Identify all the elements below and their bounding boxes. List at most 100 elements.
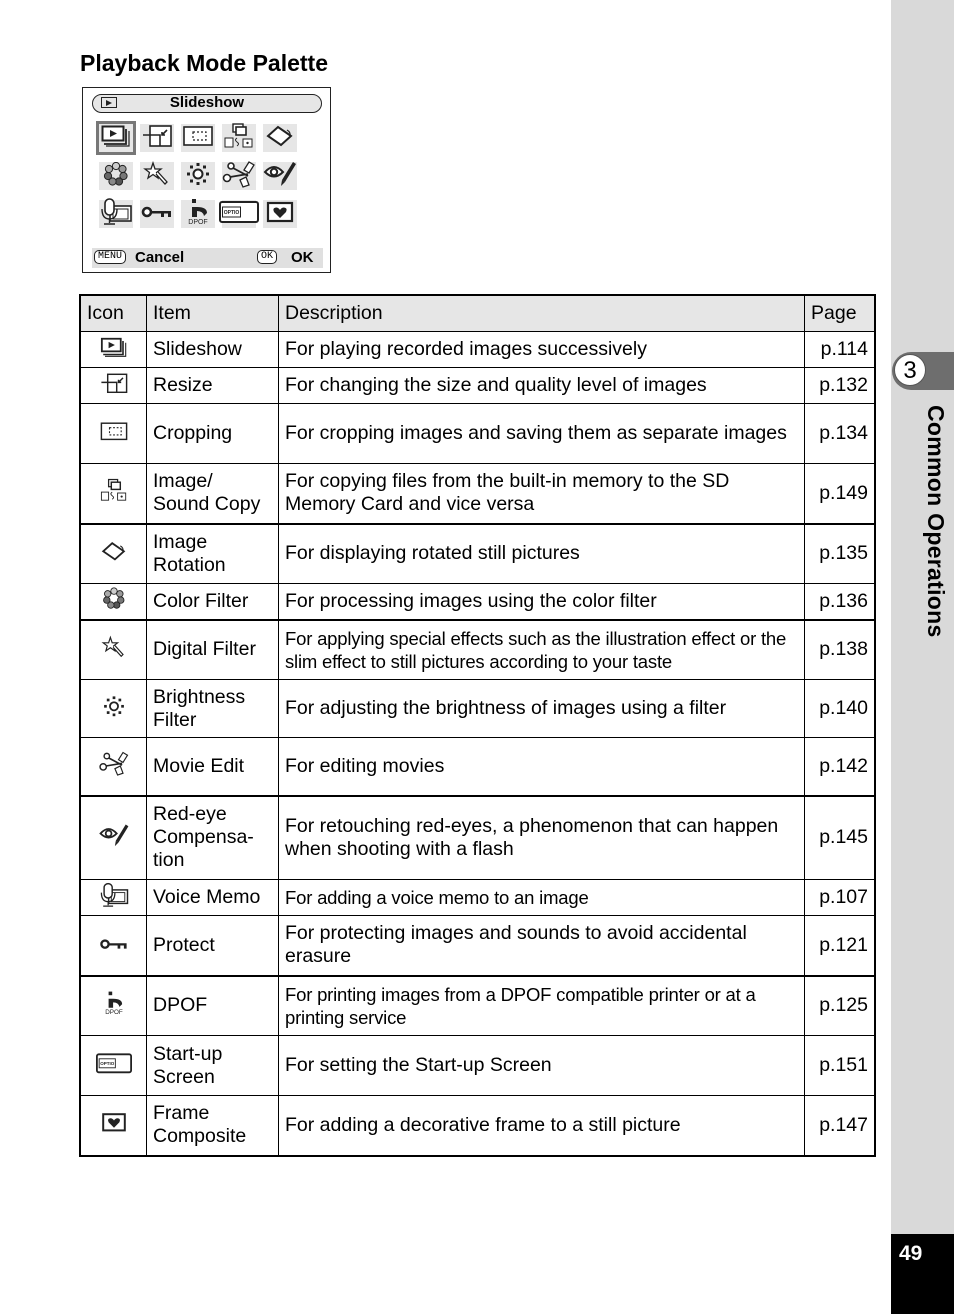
item-description: For retouching red-eyes, a phenomenon th… <box>278 795 805 880</box>
item-description: For protecting images and sounds to avoi… <box>278 915 805 977</box>
palette-item-voice-memo[interactable] <box>99 197 133 228</box>
page-reference: p.140 <box>804 679 876 738</box>
startup-screen-icon: OPTIO <box>219 200 259 229</box>
palette-item-resize[interactable] <box>140 124 174 152</box>
icon-cell <box>79 679 147 738</box>
item-name: Red-eye Compensa-tion <box>146 795 279 880</box>
item-name: Voice Memo <box>146 879 279 916</box>
palette-item-movie-edit[interactable] <box>222 160 256 193</box>
playback-items-table: Icon Item Description Page Slideshow For … <box>79 294 876 1157</box>
item-name: Frame Composite <box>146 1095 279 1156</box>
protect-icon <box>99 935 128 956</box>
item-description: For copying files from the built-in memo… <box>278 463 805 525</box>
icon-cell <box>79 737 147 797</box>
item-name: Cropping <box>146 403 279 464</box>
icon-cell <box>79 1095 147 1156</box>
palette-item-protect[interactable] <box>140 200 174 228</box>
icon-cell <box>79 619 147 680</box>
icon-cell <box>79 915 147 977</box>
red-eye-icon <box>98 822 129 853</box>
page-reference: p.125 <box>804 975 876 1036</box>
palette-selected-label: Slideshow <box>169 94 245 111</box>
table-body: Slideshow For playing recorded images suc… <box>79 331 876 1156</box>
palette-item-frame-composite[interactable] <box>263 200 297 228</box>
item-name: Image Rotation <box>146 523 279 584</box>
resize-icon <box>142 124 172 152</box>
table-row: Red-eye Compensa-tion For retouching red-… <box>79 795 876 880</box>
palette-item-cropping[interactable] <box>181 124 215 152</box>
red-eye-icon <box>263 160 297 193</box>
slideshow-icon <box>101 125 131 152</box>
item-name: Resize <box>146 367 279 404</box>
page-reference: p.149 <box>804 463 876 525</box>
table-row: Protect For protecting images and sounds … <box>79 915 876 977</box>
page-title: Playback Mode Palette <box>80 50 328 76</box>
table-row: Digital Filter For applying special effec… <box>79 619 876 680</box>
table-row: Color Filter For processing images using … <box>79 583 876 621</box>
palette-item-red-eye[interactable] <box>263 160 297 193</box>
page-reference: p.145 <box>804 795 876 880</box>
palette-item-color-filter[interactable] <box>99 161 133 191</box>
svg-text:DPOF: DPOF <box>188 219 207 226</box>
page-reference: p.147 <box>804 1095 876 1156</box>
menu-key[interactable]: MENU <box>94 250 127 264</box>
image-sound-copy-icon <box>100 479 127 508</box>
movie-edit-icon <box>222 160 256 193</box>
movie-edit-icon <box>98 751 129 782</box>
playback-palette-screen: Slideshow DPOF OPTIO MENU Cancel OK OK <box>82 87 331 273</box>
palette-item-dpof[interactable]: DPOF <box>181 198 215 231</box>
item-name: Protect <box>146 915 279 977</box>
svg-text:OPTIO: OPTIO <box>224 210 240 216</box>
voice-memo-icon <box>98 882 129 913</box>
palette-footer: MENU Cancel OK OK <box>92 248 323 268</box>
item-description: For adding a decorative frame to a still… <box>278 1095 805 1156</box>
page-reference: p.138 <box>804 619 876 680</box>
icon-cell <box>79 463 147 525</box>
chapter-number: 3 <box>894 354 926 386</box>
item-name: Digital Filter <box>146 619 279 680</box>
dpof-icon: DPOF <box>183 198 213 231</box>
palette-item-image-rotation[interactable] <box>263 124 297 152</box>
item-name: Movie Edit <box>146 737 279 797</box>
item-description: For changing the size and quality level … <box>278 367 805 404</box>
table-row: Cropping For cropping images and saving t… <box>79 403 876 464</box>
icon-cell <box>79 403 147 464</box>
table-row: Voice Memo For adding a voice memo to an … <box>79 879 876 916</box>
palette-item-image-sound-copy[interactable] <box>222 122 256 152</box>
item-name: DPOF <box>146 975 279 1036</box>
color-filter-icon <box>101 587 126 615</box>
cropping-icon <box>183 125 213 152</box>
svg-text:DPOF: DPOF <box>105 1009 123 1016</box>
icon-cell <box>79 795 147 880</box>
table-row: Slideshow For playing recorded images suc… <box>79 331 876 368</box>
item-name: Brightness Filter <box>146 679 279 738</box>
item-name: Start-up Screen <box>146 1035 279 1096</box>
palette-item-digital-filter[interactable] <box>140 160 174 192</box>
cropping-icon <box>100 421 127 446</box>
palette-item-startup-screen[interactable]: OPTIO <box>219 200 259 229</box>
cancel-label[interactable]: Cancel <box>135 248 184 268</box>
palette-item-brightness-filter[interactable] <box>181 162 215 190</box>
item-description: For adding a voice memo to an image <box>278 879 805 916</box>
ok-key[interactable]: OK <box>257 250 278 264</box>
page-reference: p.142 <box>804 737 876 797</box>
header-page: Page <box>804 294 876 332</box>
color-filter-icon <box>102 161 130 191</box>
digital-filter-icon <box>100 635 126 664</box>
item-name: Color Filter <box>146 583 279 621</box>
frame-composite-icon <box>100 1113 127 1138</box>
page-number: 49 <box>899 1242 923 1265</box>
table-row: Movie Edit For editing movies p.142 <box>79 737 876 797</box>
table-row: Image/ Sound Copy For copying files from … <box>79 463 876 525</box>
icon-cell <box>79 583 147 621</box>
header-description: Description <box>278 294 805 332</box>
ok-label[interactable]: OK <box>291 248 314 268</box>
chapter-title: Common Operations <box>923 405 949 638</box>
digital-filter-icon <box>143 160 171 192</box>
svg-text:OPTIO: OPTIO <box>100 1061 115 1066</box>
resize-icon <box>100 373 127 398</box>
table-row: Brightness Filter For adjusting the brigh… <box>79 679 876 738</box>
slideshow-icon <box>100 337 127 362</box>
palette-item-slideshow[interactable] <box>96 121 136 155</box>
item-description: For displaying rotated still pictures <box>278 523 805 584</box>
